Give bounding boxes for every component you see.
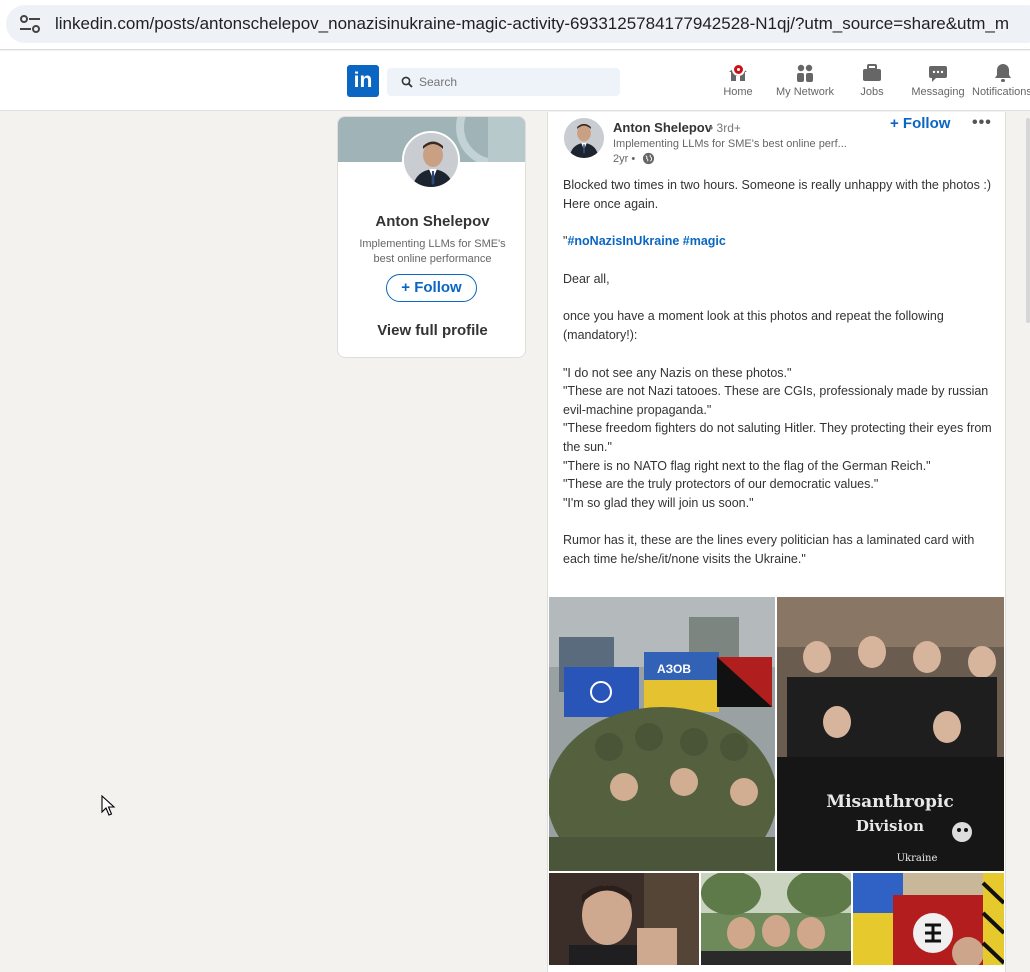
- post-quote: "These are not Nazi tatooes. These are C…: [563, 384, 989, 417]
- nav-home-label: Home: [723, 86, 753, 98]
- mouse-cursor-icon: [101, 795, 116, 816]
- more-options-icon[interactable]: •••: [972, 114, 992, 132]
- post-author-name[interactable]: Anton Shelepov: [613, 120, 712, 135]
- post-author-headline: Implementing LLMs for SME's best online …: [613, 138, 847, 150]
- profile-headline: Implementing LLMs for SME's best online …: [359, 238, 506, 265]
- post-photo[interactable]: [701, 873, 851, 965]
- post-quote: "I do not see any Nazis on these photos.…: [563, 365, 792, 380]
- search-icon: [401, 76, 413, 88]
- post-greeting: Dear all,: [563, 271, 610, 286]
- profile-avatar[interactable]: [402, 131, 460, 189]
- notification-badge: [732, 63, 745, 76]
- nav-my-network[interactable]: My Network: [770, 62, 840, 102]
- nav-messaging[interactable]: Messaging: [906, 62, 970, 102]
- url-text[interactable]: linkedin.com/posts/antonschelepov_nonazi…: [55, 14, 1009, 34]
- post-paragraph: once you have a moment look at this phot…: [563, 309, 944, 342]
- bell-icon: [995, 64, 1011, 82]
- nav-my-network-label: My Network: [775, 86, 835, 98]
- connection-degree: • 3rd+: [709, 121, 741, 135]
- hashtag-nonazisinukraine[interactable]: #noNazisInUkraine: [567, 234, 679, 248]
- flag-text: АЗОВ: [657, 662, 691, 676]
- nav-jobs[interactable]: Jobs: [852, 62, 892, 102]
- post-quote: "I'm so glad they will join us soon.": [563, 495, 754, 510]
- post-follow-button[interactable]: + Follow: [890, 115, 950, 132]
- browser-address-bar: linkedin.com/posts/antonschelepov_nonazi…: [0, 0, 1030, 50]
- post-author-avatar[interactable]: [564, 118, 604, 158]
- post-quote: "These freedom fighters do not saluting …: [563, 421, 992, 454]
- post-quote: "These are the truly protectors of our d…: [563, 477, 879, 492]
- nav-messaging-label: Messaging: [911, 86, 965, 98]
- post-photo[interactable]: Misanthropic Division Ukraine: [777, 597, 1004, 871]
- post-photo[interactable]: [549, 873, 699, 965]
- banner-text: Division: [856, 817, 924, 835]
- hashtag-magic[interactable]: #magic: [683, 234, 726, 248]
- post-timestamp: 2yr •: [613, 153, 636, 165]
- globe-icon: [642, 152, 655, 165]
- network-icon: [797, 64, 813, 82]
- view-full-profile-link[interactable]: View full profile: [338, 322, 525, 339]
- nav-jobs-label: Jobs: [860, 86, 884, 98]
- nav-notifications[interactable]: Notifications: [972, 62, 1030, 102]
- follow-button[interactable]: + Follow: [386, 274, 477, 302]
- banner-text: Misanthropic: [826, 792, 953, 812]
- search-input[interactable]: [419, 68, 614, 96]
- profile-card: Anton Shelepov Implementing LLMs for SME…: [337, 116, 526, 358]
- page-scrollbar[interactable]: [1026, 118, 1030, 323]
- profile-name[interactable]: Anton Shelepov: [338, 213, 525, 230]
- post-quote: "There is no NATO flag right next to the…: [563, 458, 931, 473]
- banner-text: Ukraine: [897, 853, 938, 864]
- search-box[interactable]: [387, 68, 620, 96]
- nav-notifications-label: Notifications: [972, 86, 1030, 98]
- nav-home[interactable]: Home: [718, 62, 758, 102]
- site-settings-icon[interactable]: [16, 11, 44, 37]
- post-photo[interactable]: [853, 873, 1004, 965]
- post-paragraph: Blocked two times in two hours. Someone …: [563, 178, 991, 211]
- linkedin-logo-icon[interactable]: in: [347, 65, 379, 97]
- post-paragraph: Rumor has it, these are the lines every …: [563, 533, 975, 566]
- messaging-icon: [929, 66, 947, 82]
- post-photo[interactable]: АЗОВ: [549, 597, 775, 871]
- post-text: Blocked two times in two hours. Someone …: [563, 176, 993, 569]
- briefcase-icon: [863, 64, 881, 81]
